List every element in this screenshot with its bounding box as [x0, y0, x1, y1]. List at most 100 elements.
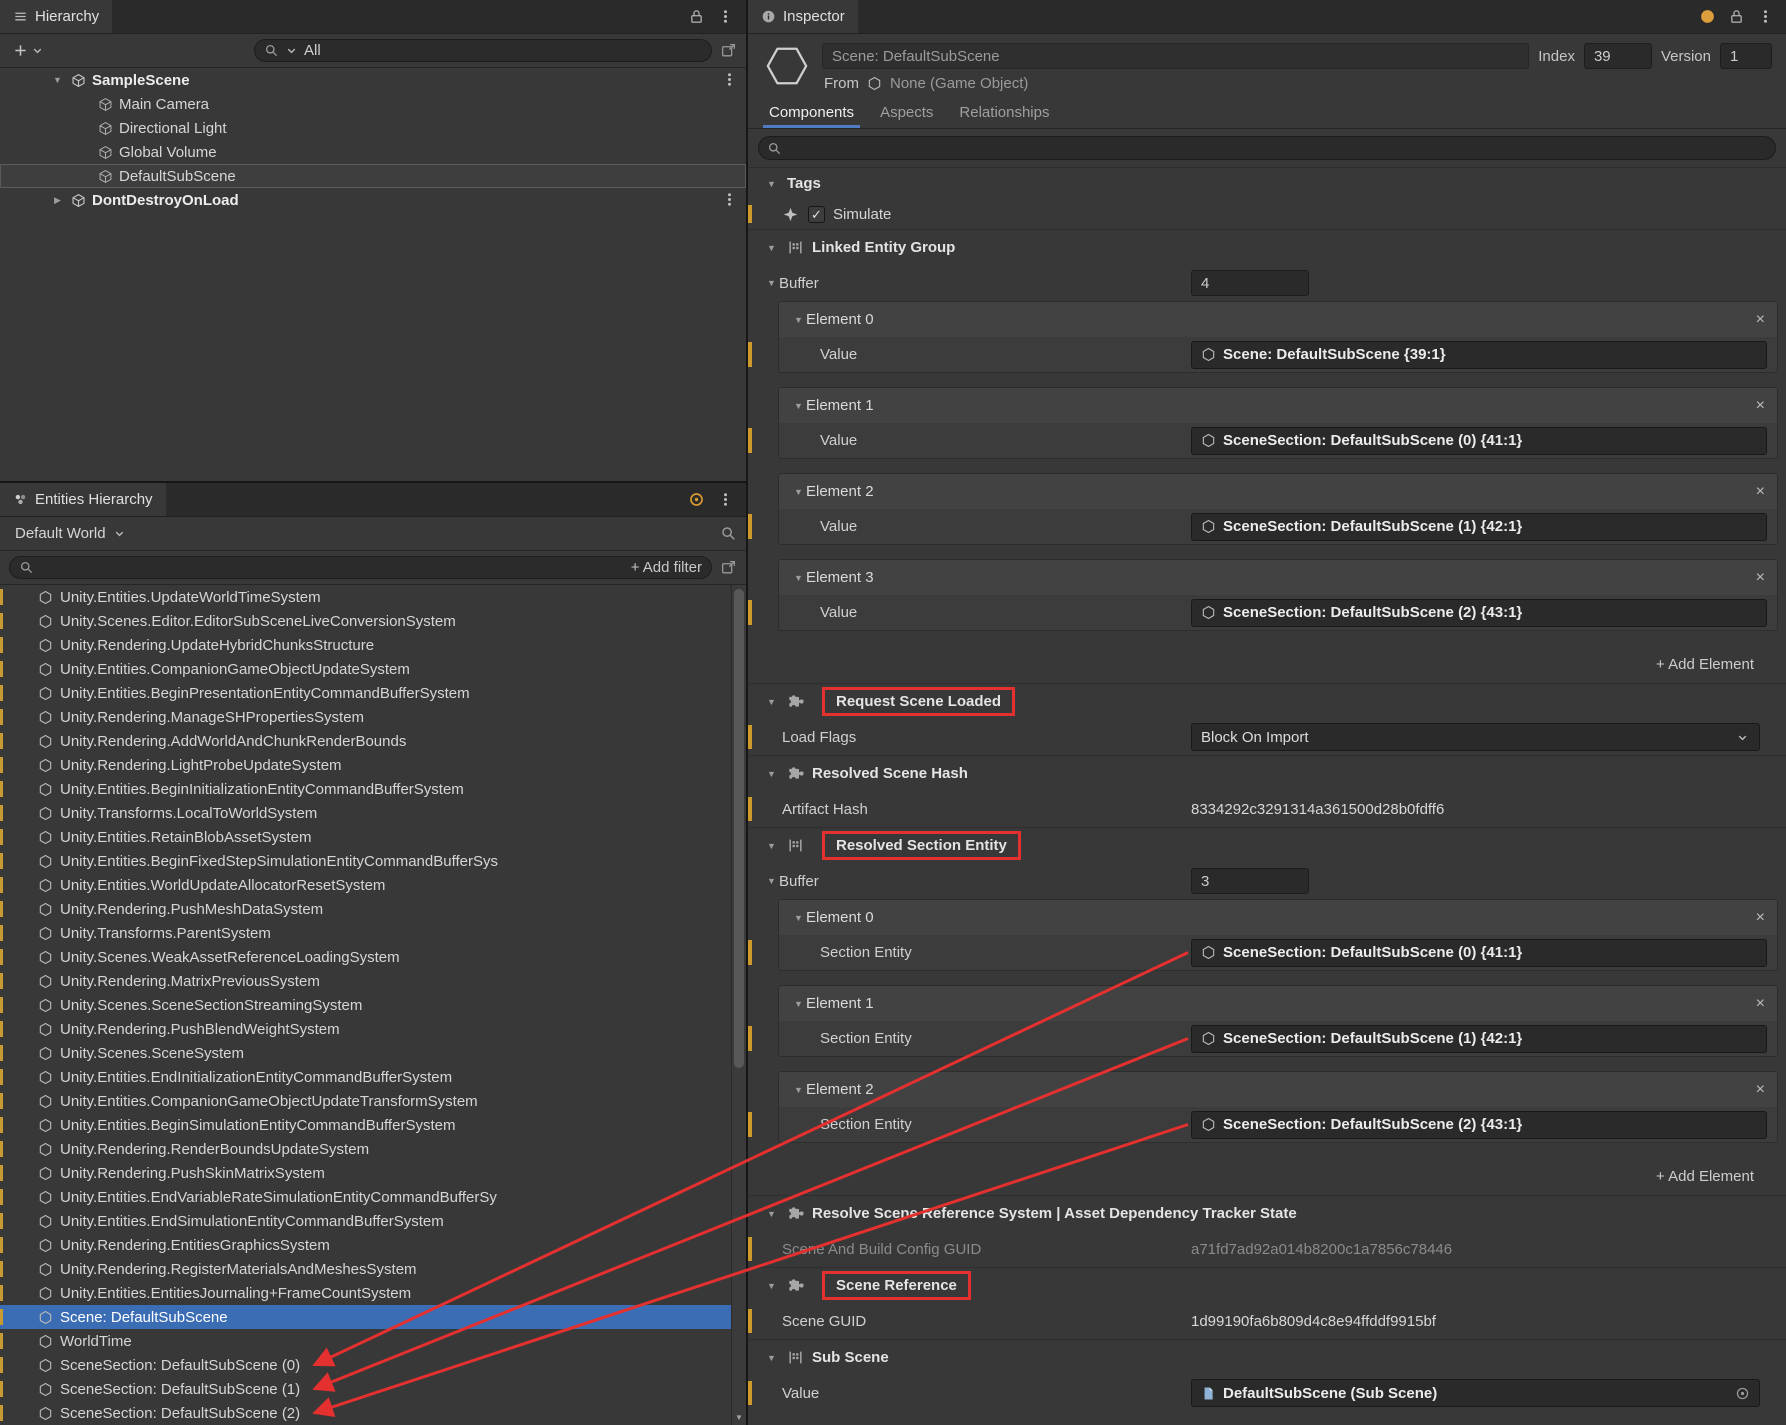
foldout-icon[interactable]: ▼ — [764, 1281, 779, 1291]
entity-row[interactable]: Unity.Entities.BeginPresentationEntityCo… — [0, 681, 746, 705]
entity-row[interactable]: Unity.Scenes.SceneSystem — [0, 1041, 746, 1065]
open-new-window-icon[interactable] — [720, 559, 737, 576]
object-picker-icon[interactable] — [1735, 1386, 1750, 1401]
entity-row[interactable]: Unity.Rendering.MatrixPreviousSystem — [0, 969, 746, 993]
entity-row[interactable]: Unity.Entities.EntitiesJournaling+FrameC… — [0, 1281, 746, 1305]
entity-row[interactable]: Unity.Rendering.RegisterMaterialsAndMesh… — [0, 1257, 746, 1281]
entity-row[interactable]: Unity.Entities.BeginFixedStepSimulationE… — [0, 849, 746, 873]
scrollbar[interactable]: ▼ — [731, 585, 746, 1425]
hierarchy-item-global-volume[interactable]: Global Volume — [0, 140, 746, 164]
entity-row[interactable]: Unity.Scenes.SceneSectionStreamingSystem — [0, 993, 746, 1017]
kebab-menu-icon[interactable] — [717, 8, 734, 25]
entity-row[interactable]: WorldTime — [0, 1329, 746, 1353]
hierarchy-item-samplescene[interactable]: ▼ SampleScene — [0, 68, 746, 92]
component-search-input[interactable] — [758, 136, 1776, 160]
kebab-menu-icon[interactable] — [721, 191, 738, 208]
entity-row[interactable]: Unity.Entities.CompanionGameObjectUpdate… — [0, 1089, 746, 1113]
entity-row[interactable]: Unity.Scenes.WeakAssetReferenceLoadingSy… — [0, 945, 746, 969]
hierarchy-item-defaultsubscene[interactable]: DefaultSubScene — [0, 164, 746, 188]
entity-row[interactable]: Unity.Entities.EndVariableRateSimulation… — [0, 1185, 746, 1209]
record-dot-icon[interactable] — [688, 491, 705, 508]
entity-row[interactable]: Unity.Rendering.LightProbeUpdateSystem — [0, 753, 746, 777]
hierarchy-search-input[interactable]: All — [254, 39, 712, 62]
entity-row[interactable]: SceneSection: DefaultSubScene (0) — [0, 1353, 746, 1377]
foldout-icon[interactable]: ▶ — [50, 195, 65, 206]
tab-entities-hierarchy[interactable]: Entities Hierarchy — [0, 483, 166, 516]
hierarchy-item-directional-light[interactable]: Directional Light — [0, 116, 746, 140]
foldout-icon[interactable]: ▼ — [764, 243, 779, 253]
simulate-checkbox[interactable]: ✓ — [808, 206, 825, 223]
entity-row[interactable]: Unity.Rendering.ManageSHPropertiesSystem — [0, 705, 746, 729]
kebab-menu-icon[interactable] — [1757, 8, 1774, 25]
entity-filter-input[interactable]: + Add filter — [9, 556, 712, 579]
entity-ref-field[interactable]: SceneSection: DefaultSubScene (2) {43:1} — [1191, 1111, 1767, 1139]
lock-icon[interactable] — [1728, 8, 1745, 25]
entity-row[interactable]: Scene: DefaultSubScene — [0, 1305, 746, 1329]
entity-row[interactable]: Unity.Entities.EndInitializationEntityCo… — [0, 1065, 746, 1089]
open-new-window-icon[interactable] — [720, 42, 737, 59]
foldout-icon[interactable]: ▼ — [791, 315, 806, 325]
add-filter-button[interactable]: + Add filter — [631, 559, 702, 576]
entity-row[interactable]: Unity.Rendering.PushMeshDataSystem — [0, 897, 746, 921]
element-header-element-2[interactable]: ▼ Element 2 × — [778, 473, 1778, 509]
foldout-icon[interactable]: ▼ — [764, 1209, 779, 1219]
buffer-size-field[interactable]: 3 — [1191, 868, 1309, 894]
foldout-icon[interactable]: ▼ — [791, 913, 806, 923]
component-header[interactable]: ▼ Sub Scene — [748, 1339, 1786, 1375]
entity-row[interactable]: Unity.Entities.BeginSimulationEntityComm… — [0, 1113, 746, 1137]
entity-name-field[interactable]: Scene: DefaultSubScene — [822, 43, 1529, 69]
remove-element-icon[interactable]: × — [1756, 397, 1765, 415]
remove-element-icon[interactable]: × — [1756, 909, 1765, 927]
element-header-element-0[interactable]: ▼ Element 0 × — [778, 899, 1778, 935]
add-element-button[interactable]: + Add Element — [748, 645, 1786, 683]
entity-row[interactable]: Unity.Transforms.LocalToWorldSystem — [0, 801, 746, 825]
entity-row[interactable]: Unity.Entities.CompanionGameObjectUpdate… — [0, 657, 746, 681]
hierarchy-item-dontdestroyonload[interactable]: ▶ DontDestroyOnLoad — [0, 188, 746, 212]
scroll-down-icon[interactable]: ▼ — [732, 1410, 746, 1425]
entity-ref-field[interactable]: SceneSection: DefaultSubScene (1) {42:1} — [1191, 1025, 1767, 1053]
search-icon[interactable] — [720, 525, 737, 542]
foldout-icon[interactable]: ▼ — [764, 769, 779, 779]
remove-element-icon[interactable]: × — [1756, 569, 1765, 587]
world-selector-dropdown[interactable]: Default World — [9, 523, 133, 544]
element-header-element-0[interactable]: ▼ Element 0 × — [778, 301, 1778, 337]
element-header-element-1[interactable]: ▼ Element 1 × — [778, 985, 1778, 1021]
element-header-element-1[interactable]: ▼ Element 1 × — [778, 387, 1778, 423]
foldout-icon[interactable]: ▼ — [791, 487, 806, 497]
tab-components[interactable]: Components — [756, 97, 867, 128]
foldout-icon[interactable]: ▼ — [791, 401, 806, 411]
entity-ref-field[interactable]: SceneSection: DefaultSubScene (0) {41:1} — [1191, 427, 1767, 455]
entity-row[interactable]: Unity.Rendering.PushBlendWeightSystem — [0, 1017, 746, 1041]
foldout-icon[interactable]: ▼ — [764, 697, 779, 707]
foldout-icon[interactable]: ▼ — [764, 1353, 779, 1363]
foldout-icon[interactable]: ▼ — [764, 179, 779, 189]
buffer-size-field[interactable]: 4 — [1191, 270, 1309, 296]
entity-ref-field[interactable]: SceneSection: DefaultSubScene (0) {41:1} — [1191, 939, 1767, 967]
kebab-menu-icon[interactable] — [721, 71, 738, 88]
version-field[interactable]: 1 — [1720, 43, 1772, 69]
foldout-icon[interactable]: ▼ — [764, 876, 779, 886]
entity-ref-field[interactable]: SceneSection: DefaultSubScene (2) {43:1} — [1191, 599, 1767, 627]
component-header[interactable]: ▼ Scene Reference — [748, 1267, 1786, 1303]
entity-row[interactable]: Unity.Rendering.PushSkinMatrixSystem — [0, 1161, 746, 1185]
entity-ref-field[interactable]: SceneSection: DefaultSubScene (1) {42:1} — [1191, 513, 1767, 541]
index-field[interactable]: 39 — [1584, 43, 1652, 69]
entity-row[interactable]: Unity.Scenes.Editor.EditorSubSceneLiveCo… — [0, 609, 746, 633]
entity-row[interactable]: Unity.Rendering.AddWorldAndChunkRenderBo… — [0, 729, 746, 753]
tab-aspects[interactable]: Aspects — [867, 97, 946, 128]
add-element-button[interactable]: + Add Element — [748, 1157, 1786, 1195]
entity-row[interactable]: Unity.Entities.RetainBlobAssetSystem — [0, 825, 746, 849]
tab-inspector[interactable]: Inspector — [748, 0, 858, 33]
lock-icon[interactable] — [688, 8, 705, 25]
entity-row[interactable]: SceneSection: DefaultSubScene (2) — [0, 1401, 746, 1425]
create-menu-button[interactable] — [9, 41, 49, 60]
foldout-icon[interactable]: ▼ — [764, 278, 779, 288]
foldout-icon[interactable]: ▼ — [791, 573, 806, 583]
remove-element-icon[interactable]: × — [1756, 483, 1765, 501]
entity-row[interactable]: Unity.Rendering.UpdateHybridChunksStruct… — [0, 633, 746, 657]
tab-hierarchy[interactable]: Hierarchy — [0, 0, 112, 33]
remove-element-icon[interactable]: × — [1756, 995, 1765, 1013]
foldout-icon[interactable]: ▼ — [791, 1085, 806, 1095]
component-header[interactable]: ▼ Request Scene Loaded — [748, 683, 1786, 719]
dropdown-load-flags[interactable]: Block On Import — [1191, 723, 1760, 751]
